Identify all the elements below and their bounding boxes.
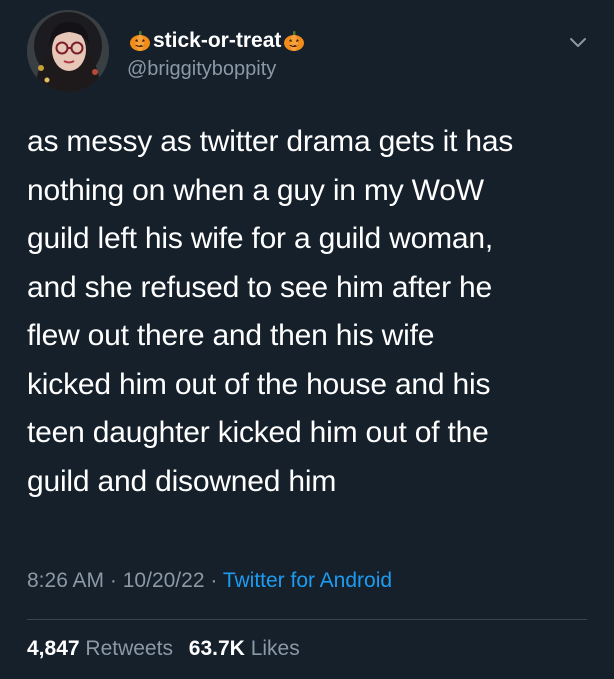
author-names: stick-or-treat @briggityboppity (127, 28, 307, 82)
tweet-text: as messy as twitter drama gets it has no… (27, 125, 514, 498)
tweet-meta: 8:26 AM · 10/20/22 · Twitter for Android (27, 566, 392, 596)
likes-stat[interactable]: 63.7K Likes (189, 634, 300, 664)
user-handle[interactable]: @briggityboppity (127, 56, 307, 82)
retweets-count: 4,847 (27, 637, 80, 660)
likes-label: Likes (250, 637, 300, 660)
likes-count: 63.7K (188, 637, 245, 660)
chevron-down-icon[interactable] (567, 32, 589, 54)
display-name-row[interactable]: stick-or-treat (127, 28, 307, 54)
meta-separator: · (109, 569, 117, 592)
retweets-label: Retweets (85, 637, 173, 660)
tweet-card: stick-or-treat @briggityboppity as messy… (0, 0, 614, 679)
pumpkin-icon (130, 31, 150, 51)
avatar[interactable] (27, 10, 109, 92)
display-name[interactable]: stick-or-treat (153, 28, 281, 54)
tweet-header: stick-or-treat @briggityboppity (27, 10, 587, 100)
divider (27, 619, 587, 620)
tweet-date[interactable]: 10/20/22 (123, 569, 205, 592)
pumpkin-icon (284, 31, 305, 51)
tweet-time[interactable]: 8:26 AM (27, 569, 104, 592)
tweet-stats: 4,847 Retweets 63.7K Likes (27, 634, 310, 664)
meta-separator: · (210, 569, 218, 592)
retweets-stat[interactable]: 4,847 Retweets (27, 634, 173, 664)
tweet-source-link[interactable]: Twitter for Android (223, 569, 392, 592)
